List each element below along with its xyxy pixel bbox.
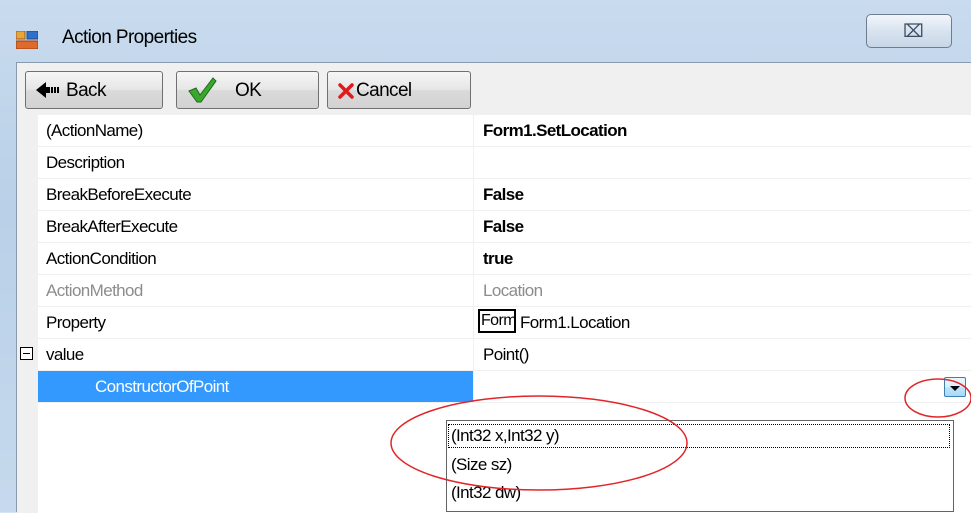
- property-name: BreakBeforeExecute: [46, 185, 192, 204]
- property-row-readonly[interactable]: ActionMethod Location: [17, 275, 971, 307]
- dropdown-option[interactable]: (Size sz): [451, 455, 512, 475]
- column-divider: [473, 307, 474, 339]
- column-divider: [473, 147, 474, 179]
- close-button[interactable]: ⌧: [866, 14, 952, 48]
- property-row[interactable]: ActionCondition true: [17, 243, 971, 275]
- column-divider: [473, 115, 474, 147]
- dropdown-option[interactable]: (Int32 x,Int32 y): [451, 426, 560, 446]
- property-row[interactable]: (ActionName) Form1.SetLocation: [17, 115, 971, 147]
- back-label: Back: [66, 80, 106, 101]
- property-value[interactable]: Form1.SetLocation: [483, 121, 627, 141]
- property-value: Location: [483, 281, 543, 300]
- property-name: ActionCondition: [46, 249, 157, 268]
- toolbar: Back OK Cancel: [17, 63, 971, 115]
- checkmark-icon: [188, 77, 217, 103]
- property-name: (ActionName): [46, 121, 143, 140]
- title-bar[interactable]: Action Properties ⌧: [0, 0, 971, 62]
- column-divider: [473, 179, 474, 211]
- dropdown-arrow-button[interactable]: [944, 377, 966, 397]
- property-row[interactable]: BreakBeforeExecute False: [17, 179, 971, 211]
- close-icon: ⌧: [903, 21, 924, 41]
- property-row[interactable]: BreakAfterExecute False: [17, 211, 971, 243]
- column-divider: [473, 371, 474, 403]
- property-row[interactable]: Property Form Form1.Location: [17, 307, 971, 339]
- cancel-label: Cancel: [356, 80, 412, 101]
- dialog-window: Action Properties ⌧ Back OK Cancel (Acti…: [0, 0, 971, 513]
- constructor-dropdown-list[interactable]: (Int32 x,Int32 y) (Size sz) (Int32 dw): [446, 420, 954, 512]
- property-row-selected[interactable]: ConstructorOfPoint: [17, 371, 971, 403]
- row-divider: [38, 402, 971, 403]
- back-arrow-icon: [36, 82, 59, 98]
- column-divider: [473, 243, 474, 275]
- property-row[interactable]: Description: [17, 147, 971, 179]
- cancel-button[interactable]: Cancel: [327, 71, 471, 109]
- property-row-expandable[interactable]: value Point(): [17, 339, 971, 371]
- app-icon: [16, 31, 38, 49]
- collapse-icon[interactable]: [20, 347, 33, 360]
- column-divider: [473, 275, 474, 307]
- form-icon: Form: [478, 309, 516, 333]
- property-value[interactable]: Point(): [483, 345, 529, 365]
- property-name: ConstructorOfPoint: [95, 377, 229, 396]
- window-title: Action Properties: [62, 27, 197, 48]
- property-name: BreakAfterExecute: [46, 217, 178, 236]
- ok-button[interactable]: OK: [176, 71, 319, 109]
- back-button[interactable]: Back: [25, 71, 163, 109]
- property-name: Property: [46, 313, 106, 332]
- property-value[interactable]: False: [483, 217, 524, 237]
- property-name: Description: [46, 153, 125, 172]
- property-value[interactable]: true: [483, 249, 513, 269]
- property-name: value: [46, 345, 84, 364]
- dropdown-option[interactable]: (Int32 dw): [451, 483, 521, 503]
- column-divider: [473, 339, 474, 371]
- ok-label: OK: [235, 80, 262, 101]
- property-value[interactable]: False: [483, 185, 524, 205]
- column-divider: [473, 211, 474, 243]
- cancel-x-icon: [338, 83, 354, 99]
- property-value[interactable]: Form1.Location: [520, 313, 630, 333]
- property-name: ActionMethod: [46, 281, 143, 300]
